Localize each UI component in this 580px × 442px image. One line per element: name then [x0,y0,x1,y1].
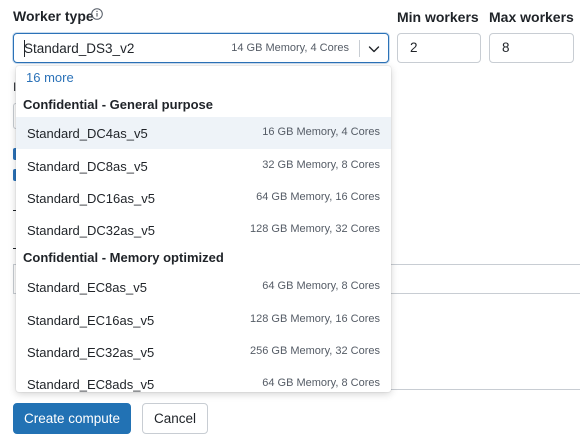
compute-config-page: Worker type Min workers Max workers Stan… [0,0,580,442]
group-header-general-purpose: Confidential - General purpose [23,97,213,112]
option-spec: 64 GB Memory, 16 Cores [256,191,380,203]
option-name: Standard_EC8as_v5 [27,280,147,295]
option-standard-dc4as-v5[interactable]: Standard_DC4as_v5 16 GB Memory, 4 Cores [16,117,391,149]
max-workers-label: Max workers [489,9,574,25]
group-header-memory-optimized: Confidential - Memory optimized [23,250,224,265]
worker-type-dropdown: 16 more Confidential - General purpose S… [16,66,391,392]
info-icon[interactable] [91,8,103,20]
option-standard-ec8ads-v5[interactable]: Standard_EC8ads_v5 64 GB Memory, 8 Cores [16,368,391,392]
option-spec: 32 GB Memory, 8 Cores [262,159,380,171]
chevron-down-icon[interactable] [367,42,381,56]
option-standard-ec32as-v5[interactable]: Standard_EC32as_v5 256 GB Memory, 32 Cor… [16,336,391,368]
option-spec: 64 GB Memory, 8 Cores [262,377,380,389]
worker-type-select[interactable]: Standard_DS3_v2 14 GB Memory, 4 Cores [13,33,389,63]
max-workers-input[interactable]: 8 [489,33,574,63]
option-name: Standard_EC16as_v5 [27,313,155,328]
option-spec: 128 GB Memory, 16 Cores [249,313,380,325]
obscured-divider [391,389,580,390]
option-name: Standard_DC8as_v5 [27,159,148,174]
option-name: Standard_EC32as_v5 [27,345,155,360]
option-name: Standard_DC16as_v5 [27,191,155,206]
option-spec: 256 GB Memory, 32 Cores [249,345,380,357]
option-name: Standard_EC8ads_v5 [27,377,155,392]
text-cursor [24,40,25,57]
select-separator [359,40,360,57]
obscured-field-border [391,264,580,265]
cancel-button[interactable]: Cancel [142,403,208,434]
option-standard-ec16as-v5[interactable]: Standard_EC16as_v5 128 GB Memory, 16 Cor… [16,304,391,336]
option-standard-dc16as-v5[interactable]: Standard_DC16as_v5 64 GB Memory, 16 Core… [16,182,391,214]
option-name: Standard_DC32as_v5 [27,223,155,238]
option-spec: 16 GB Memory, 4 Cores [262,126,380,138]
option-standard-dc32as-v5[interactable]: Standard_DC32as_v5 128 GB Memory, 32 Cor… [16,214,391,246]
option-name: Standard_DC4as_v5 [27,126,148,141]
worker-type-selected-spec: 14 GB Memory, 4 Cores [231,42,349,54]
create-compute-button[interactable]: Create compute [13,403,131,434]
min-workers-input[interactable]: 2 [397,33,481,63]
option-standard-dc8as-v5[interactable]: Standard_DC8as_v5 32 GB Memory, 8 Cores [16,150,391,182]
option-spec: 64 GB Memory, 8 Cores [262,280,380,292]
obscured-field-border [391,293,580,294]
show-more-link[interactable]: 16 more [26,70,74,85]
option-standard-ec8as-v5[interactable]: Standard_EC8as_v5 64 GB Memory, 8 Cores [16,271,391,303]
worker-type-selected-value: Standard_DS3_v2 [24,41,135,56]
option-spec: 128 GB Memory, 32 Cores [249,223,380,235]
worker-type-label: Worker type [13,8,94,24]
min-workers-label: Min workers [397,9,479,25]
